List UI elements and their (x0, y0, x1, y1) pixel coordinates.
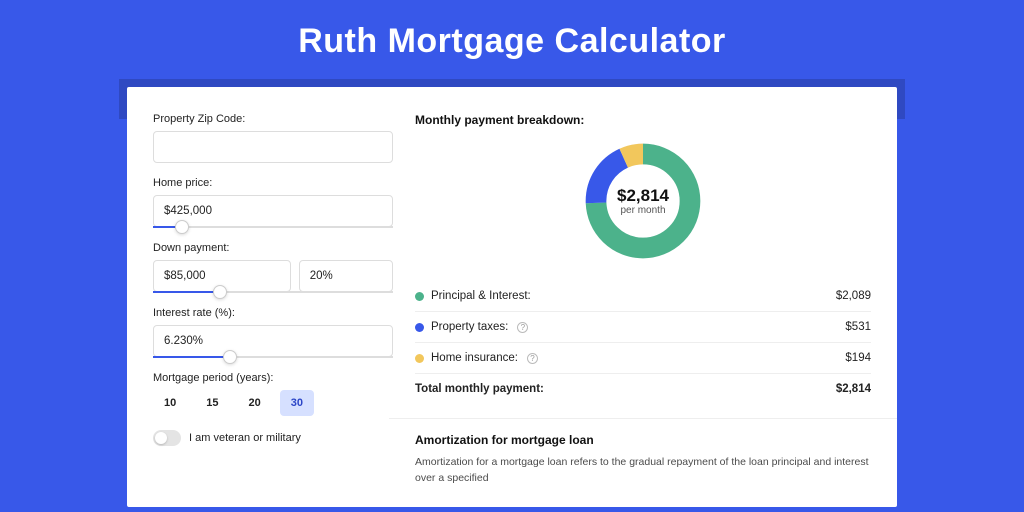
veteran-toggle[interactable] (153, 430, 181, 446)
home-price-group: Home price: (153, 177, 393, 228)
donut-amount: $2,814 (617, 186, 669, 206)
interest-rate-slider[interactable] (153, 356, 393, 358)
zip-label: Property Zip Code: (153, 113, 393, 125)
legend-dot (415, 354, 424, 363)
interest-rate-slider-thumb[interactable] (223, 350, 237, 364)
legend-row: Principal & Interest: $2,089 (415, 281, 871, 312)
period-label: Mortgage period (years): (153, 372, 393, 384)
form-panel: Property Zip Code: Home price: Down paym… (153, 113, 393, 507)
down-payment-label: Down payment: (153, 242, 393, 254)
home-price-slider[interactable] (153, 226, 393, 228)
veteran-row: I am veteran or military (153, 430, 393, 446)
down-payment-group: Down payment: (153, 242, 393, 293)
legend-dot (415, 292, 424, 301)
total-label: Total monthly payment: (415, 383, 544, 395)
donut-sub: per month (620, 205, 665, 216)
period-option-15[interactable]: 15 (195, 390, 229, 416)
results-panel: Monthly payment breakdown: $2,814 per mo… (415, 113, 871, 507)
calculator-card: Property Zip Code: Home price: Down paym… (127, 87, 897, 507)
info-icon[interactable]: ? (517, 322, 528, 333)
breakdown-title: Monthly payment breakdown: (415, 113, 871, 127)
period-group: Mortgage period (years): 10 15 20 30 (153, 372, 393, 416)
zip-input[interactable] (153, 131, 393, 163)
legend-label: Home insurance: (431, 352, 518, 364)
down-payment-percent-input[interactable] (299, 260, 393, 292)
interest-rate-group: Interest rate (%): (153, 307, 393, 358)
interest-rate-label: Interest rate (%): (153, 307, 393, 319)
section-divider (389, 418, 897, 419)
veteran-toggle-knob (155, 432, 167, 444)
period-option-10[interactable]: 10 (153, 390, 187, 416)
total-value: $2,814 (836, 383, 871, 395)
interest-rate-input[interactable] (153, 325, 393, 357)
down-payment-slider-thumb[interactable] (213, 285, 227, 299)
zip-group: Property Zip Code: (153, 113, 393, 163)
home-price-slider-thumb[interactable] (175, 220, 189, 234)
home-price-input[interactable] (153, 195, 393, 227)
veteran-label: I am veteran or military (189, 432, 301, 444)
home-price-label: Home price: (153, 177, 393, 189)
legend-value: $531 (845, 321, 871, 333)
legend-value: $2,089 (836, 290, 871, 302)
legend-label: Principal & Interest: (431, 290, 531, 302)
info-icon[interactable]: ? (527, 353, 538, 364)
period-option-20[interactable]: 20 (238, 390, 272, 416)
page-title: Ruth Mortgage Calculator (0, 0, 1024, 79)
legend-row: Property taxes:? $531 (415, 312, 871, 343)
amortization-title: Amortization for mortgage loan (415, 433, 871, 447)
period-option-30[interactable]: 30 (280, 390, 314, 416)
amortization-body: Amortization for a mortgage loan refers … (415, 455, 871, 487)
payment-donut-chart: $2,814 per month (581, 139, 705, 263)
legend-dot (415, 323, 424, 332)
down-payment-slider[interactable] (153, 291, 393, 293)
total-row: Total monthly payment: $2,814 (415, 374, 871, 404)
legend-row: Home insurance:? $194 (415, 343, 871, 374)
legend-value: $194 (845, 352, 871, 364)
legend-label: Property taxes: (431, 321, 508, 333)
